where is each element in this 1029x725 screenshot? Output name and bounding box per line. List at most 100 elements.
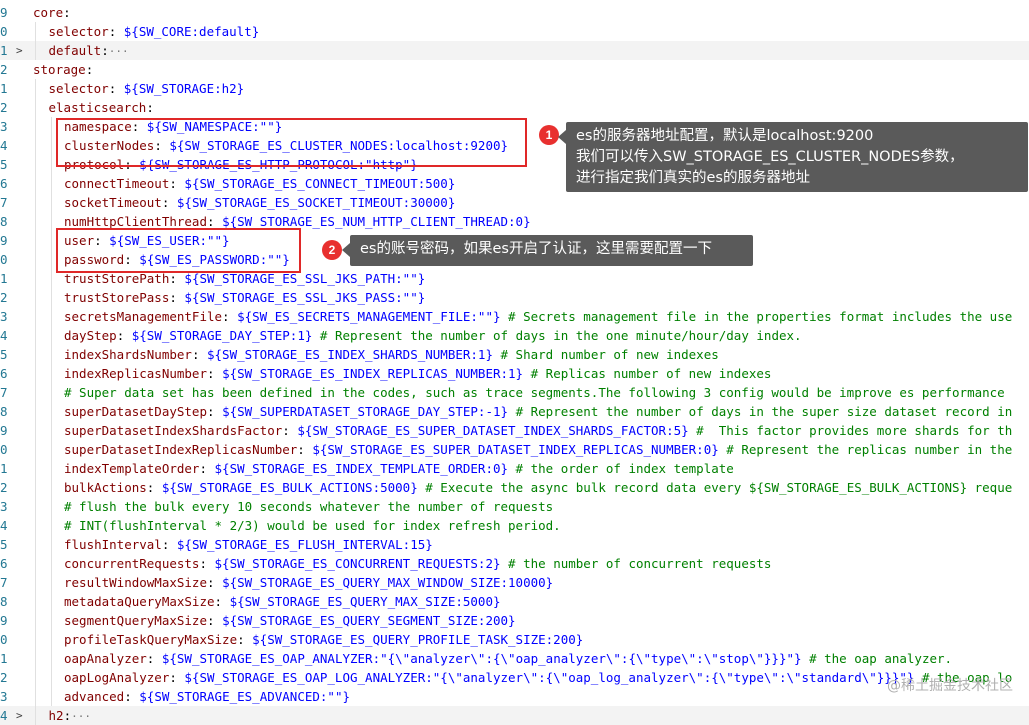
code-line[interactable]: 5 flushInterval: ${SW_STORAGE_ES_FLUSH_IN… (0, 535, 1029, 554)
code-line[interactable]: 9 core: (0, 3, 1029, 22)
code-line[interactable]: 9 superDatasetIndexShardsFactor: ${SW_STO… (0, 421, 1029, 440)
line-number: 4 (0, 138, 8, 153)
indent-guide (50, 383, 52, 402)
code-line[interactable]: 3 advanced: ${SW_STORAGE_ES_ADVANCED:""} (0, 687, 1029, 706)
indent-guide (35, 497, 36, 516)
indent-guide (50, 497, 52, 516)
line-number: 5 (0, 157, 8, 172)
code-line[interactable]: 5 indexShardsNumber: ${SW_STORAGE_ES_INDE… (0, 345, 1029, 364)
yaml-comment: # Represent the replicas number in the (718, 442, 1013, 457)
indent-guide (35, 345, 36, 364)
watermark: @稀土掘金技术社区 (887, 678, 1013, 694)
code-line[interactable]: 6 concurrentRequests: ${SW_STORAGE_ES_CON… (0, 554, 1029, 573)
line-code: selector: ${SW_CORE:default} (49, 22, 260, 41)
indent-guide (50, 307, 52, 326)
punctuation: : (169, 290, 185, 305)
line-number: 0 (0, 252, 8, 267)
line-number: 0 (0, 24, 8, 39)
code-line[interactable]: 3 # flush the bulk every 10 seconds whate… (0, 497, 1029, 516)
indent-guide (35, 212, 36, 231)
line-number: 4 (0, 518, 8, 533)
code-line[interactable]: 2 elasticsearch: (0, 98, 1029, 117)
indent-guide (50, 364, 52, 383)
indent-guide (35, 383, 36, 402)
code-line[interactable]: 4 # INT(flushInterval * 2/3) would be use… (0, 516, 1029, 535)
yaml-comment: # the number of concurrent requests (500, 556, 772, 571)
yaml-comment: # Shard number of new indexes (492, 347, 719, 362)
yaml-key: superDatasetDayStep (64, 404, 207, 419)
indent-guide (50, 231, 52, 250)
code-line[interactable]: 2 bulkActions: ${SW_STORAGE_ES_BULK_ACTIO… (0, 478, 1029, 497)
yaml-comment: # Secrets management file in the propert… (500, 309, 1013, 324)
code-line[interactable]: 8 superDatasetDayStep: ${SW_SUPERDATASET_… (0, 402, 1029, 421)
punctuation: : (169, 176, 185, 191)
yaml-value: ${SW_STORAGE_ES_ADVANCED:""} (139, 689, 350, 704)
yaml-comment: # Super data set has been defined in the… (64, 385, 1005, 400)
indent-guide (50, 459, 52, 478)
yaml-value: ${SW_STORAGE_ES_FLUSH_INTERVAL:15} (176, 537, 433, 552)
highlight-box-cluster-nodes (56, 118, 527, 167)
code-line[interactable]: 7 resultWindowMaxSize: ${SW_STORAGE_ES_QU… (0, 573, 1029, 592)
fold-chevron-icon[interactable]: > (16, 706, 23, 725)
line-number: 3 (0, 309, 8, 324)
indent-guide (35, 573, 36, 592)
yaml-key: metadataQueryMaxSize (64, 594, 215, 609)
yaml-comment: # Represent the number of days in the su… (508, 404, 1013, 419)
code-line[interactable]: 0 selector: ${SW_CORE:default} (0, 22, 1029, 41)
fold-chevron-icon[interactable]: > (16, 41, 23, 60)
code-line[interactable]: 7 # Super data set has been defined in th… (0, 383, 1029, 402)
annotation-callout-1: es的服务器地址配置，默认是localhost:9200 我们可以传入SW_ST… (558, 122, 1028, 192)
code-line[interactable]: 9 segmentQueryMaxSize: ${SW_STORAGE_ES_QU… (0, 611, 1029, 630)
code-line[interactable]: 1 selector: ${SW_STORAGE:h2} (0, 79, 1029, 98)
yaml-comment: # Replicas number of new indexes (523, 366, 772, 381)
code-line[interactable]: 1 > default:··· (0, 41, 1029, 60)
code-line[interactable]: 4 dayStep: ${SW_STORAGE_DAY_STEP:1} # Rep… (0, 326, 1029, 345)
code-line[interactable]: 1 oapAnalyzer: ${SW_STORAGE_ES_OAP_ANALYZ… (0, 649, 1029, 668)
highlight-box-credentials (56, 228, 301, 273)
yaml-value: ${SW_STORAGE_DAY_STEP:1} (131, 328, 313, 343)
indent-guide (35, 269, 36, 288)
code-line[interactable]: 2 trustStorePass: ${SW_STORAGE_ES_SSL_JKS… (0, 288, 1029, 307)
callout-2-line-1: es的账号密码，如果es开启了认证，这里需要配置一下 (360, 241, 712, 257)
code-line[interactable]: 2 oapLogAnalyzer: ${SW_STORAGE_ES_OAP_LOG… (0, 668, 1029, 687)
punctuation: : (108, 81, 124, 96)
indent-guide (35, 22, 36, 41)
line-number: 8 (0, 594, 8, 609)
code-line[interactable]: 7 socketTimeout: ${SW_STORAGE_ES_SOCKET_T… (0, 193, 1029, 212)
code-editor[interactable]: 9 core: 0 selector: ${SW_CORE:default} 1 > def… (0, 0, 1029, 725)
punctuation: : (199, 556, 215, 571)
yaml-key: selector (48, 24, 109, 39)
indent-guide (50, 250, 52, 269)
yaml-comment: # the oap analyzer. (801, 651, 953, 666)
yaml-key: advanced (64, 689, 125, 704)
line-code: socketTimeout: ${SW_STORAGE_ES_SOCKET_TI… (64, 193, 455, 212)
code-line[interactable]: 4 > h2:··· (0, 706, 1029, 725)
code-line[interactable]: 3 secretsManagementFile: ${SW_ES_SECRETS_… (0, 307, 1029, 326)
yaml-value: ${SW_STORAGE_ES_SSL_JKS_PATH:""} (184, 271, 426, 286)
yaml-value: ${SW_SUPERDATASET_STORAGE_DAY_STEP:-1} (222, 404, 509, 419)
indent-guide (35, 364, 36, 383)
code-line[interactable]: 6 indexReplicasNumber: ${SW_STORAGE_ES_IN… (0, 364, 1029, 383)
line-code: indexShardsNumber: ${SW_STORAGE_ES_INDEX… (64, 345, 719, 364)
indent-guide (35, 117, 36, 136)
code-line[interactable]: 0 superDatasetIndexReplicasNumber: ${SW_S… (0, 440, 1029, 459)
code-line[interactable]: 1 indexTemplateOrder: ${SW_STORAGE_ES_IND… (0, 459, 1029, 478)
punctuation: : (169, 670, 185, 685)
line-code: # Super data set has been defined in the… (64, 383, 1005, 402)
code-line[interactable]: 2 storage: (0, 60, 1029, 79)
indent-guide (35, 668, 36, 687)
indent-guide (50, 440, 52, 459)
folded-ellipsis: ··· (108, 45, 129, 58)
code-line[interactable]: 8 metadataQueryMaxSize: ${SW_STORAGE_ES_Q… (0, 592, 1029, 611)
annotation-badge-2: 2 (322, 240, 342, 260)
yaml-value: ${SW_STORAGE_ES_OAP_LOG_ANALYZER:"{\"ana… (184, 670, 915, 685)
yaml-comment: # the order of index template (508, 461, 734, 476)
indent-guide (35, 288, 36, 307)
yaml-key: core (33, 5, 64, 20)
code-line[interactable]: 0 profileTaskQueryMaxSize: ${SW_STORAGE_E… (0, 630, 1029, 649)
line-code: bulkActions: ${SW_STORAGE_ES_BULK_ACTION… (64, 478, 1012, 497)
line-code: superDatasetIndexReplicasNumber: ${SW_ST… (64, 440, 1012, 459)
indent-guide (50, 535, 52, 554)
line-number: 8 (0, 404, 8, 419)
indent-guide (35, 459, 36, 478)
